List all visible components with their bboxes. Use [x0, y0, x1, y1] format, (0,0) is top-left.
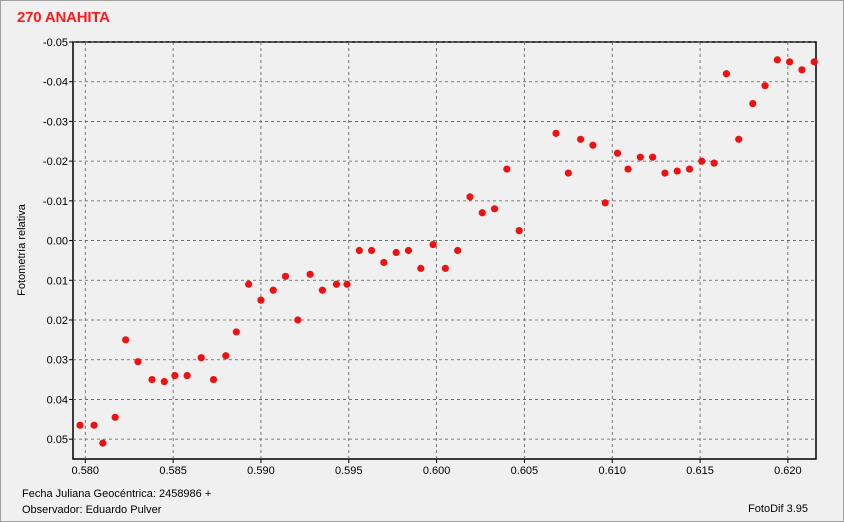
data-point: [343, 280, 351, 288]
data-point: [503, 165, 511, 173]
y-axis-ticks: -0.05 -0.04 -0.03 -0.02 -0.01 0.00 0.01 0.02 0.0…: [43, 37, 73, 446]
x-tick-label: 0.600: [423, 465, 451, 477]
y-tick-label: 0.00: [47, 236, 68, 248]
data-point: [710, 159, 718, 167]
data-point: [368, 246, 376, 255]
data-point: [269, 286, 277, 294]
x-tick-label: 0.590: [247, 465, 275, 477]
data-point: [197, 354, 205, 362]
data-point: [810, 58, 818, 66]
plot-background: [72, 41, 817, 460]
data-point: [515, 227, 523, 235]
x-tick-label: 0.610: [598, 465, 626, 477]
data-point: [441, 264, 449, 272]
data-point: [134, 358, 142, 366]
data-point: [257, 296, 265, 304]
data-point: [183, 372, 191, 380]
data-point: [798, 66, 806, 74]
y-tick-label: -0.01: [43, 196, 68, 208]
data-point: [552, 129, 560, 137]
y-axis-label: Fotometría relativa: [16, 203, 28, 296]
data-point: [761, 82, 769, 90]
data-point: [577, 135, 585, 143]
data-point: [171, 372, 179, 380]
data-point: [735, 135, 743, 143]
x-axis-ticks: 0.580 0.585 0.590 0.595 0.600 0.605 0.610 0.615…: [72, 459, 802, 477]
data-point: [332, 280, 341, 288]
data-point: [722, 70, 731, 78]
data-point: [306, 270, 314, 278]
data-point: [232, 328, 240, 336]
data-point: [417, 264, 425, 272]
data-point: [661, 169, 669, 177]
data-point: [392, 248, 400, 257]
data-point: [76, 421, 84, 429]
data-point: [122, 336, 130, 344]
data-point: [490, 205, 499, 213]
data-point: [624, 165, 632, 173]
x-tick-label: 0.605: [511, 465, 539, 477]
data-point: [380, 258, 388, 267]
x-tick-label: 0.620: [774, 465, 802, 477]
data-point: [281, 272, 290, 280]
y-tick-label: -0.02: [43, 156, 68, 168]
data-point: [564, 169, 572, 177]
data-point: [478, 209, 486, 217]
data-point: [685, 165, 694, 173]
data-point: [649, 153, 657, 161]
data-point: [209, 375, 218, 384]
data-point: [454, 246, 462, 255]
data-point: [786, 58, 794, 66]
y-tick-label: 0.03: [47, 355, 68, 367]
data-point: [698, 157, 706, 165]
data-point: [160, 377, 168, 386]
x-tick-label: 0.580: [72, 465, 100, 477]
data-point: [749, 99, 757, 108]
y-tick-label: 0.04: [47, 394, 68, 406]
data-point: [589, 141, 597, 149]
data-point: [613, 149, 622, 157]
data-point: [90, 421, 98, 429]
data-point: [404, 246, 413, 255]
data-point: [148, 375, 156, 384]
y-tick-label: 0.02: [47, 315, 68, 327]
data-point: [429, 240, 437, 249]
data-point: [636, 153, 644, 161]
y-tick-label: -0.04: [43, 77, 68, 89]
data-point: [245, 280, 253, 288]
software-label: FotoDif 3.95: [748, 503, 808, 515]
data-point: [111, 413, 119, 421]
y-tick-label: -0.03: [43, 116, 68, 128]
y-tick-label: -0.05: [43, 37, 68, 49]
data-point: [294, 316, 302, 324]
data-point: [601, 199, 609, 207]
observer-label: Observador: Eduardo Pulver: [22, 504, 162, 516]
data-point: [355, 246, 363, 255]
data-point: [673, 167, 681, 175]
data-point: [773, 56, 781, 64]
plot-area: 0.580 0.585 0.590 0.595 0.600 0.605 0.610 0.615…: [16, 37, 818, 477]
x-tick-label: 0.595: [335, 465, 363, 477]
x-tick-label: 0.615: [686, 465, 714, 477]
data-point: [99, 439, 107, 447]
julian-date-label: Fecha Juliana Geocéntrica: 2458986 +: [22, 488, 212, 500]
data-point: [466, 193, 474, 201]
x-tick-label: 0.585: [159, 465, 187, 477]
data-point: [318, 286, 327, 294]
y-tick-label: 0.01: [47, 275, 68, 287]
y-tick-label: 0.05: [47, 434, 68, 446]
data-point: [222, 352, 230, 360]
